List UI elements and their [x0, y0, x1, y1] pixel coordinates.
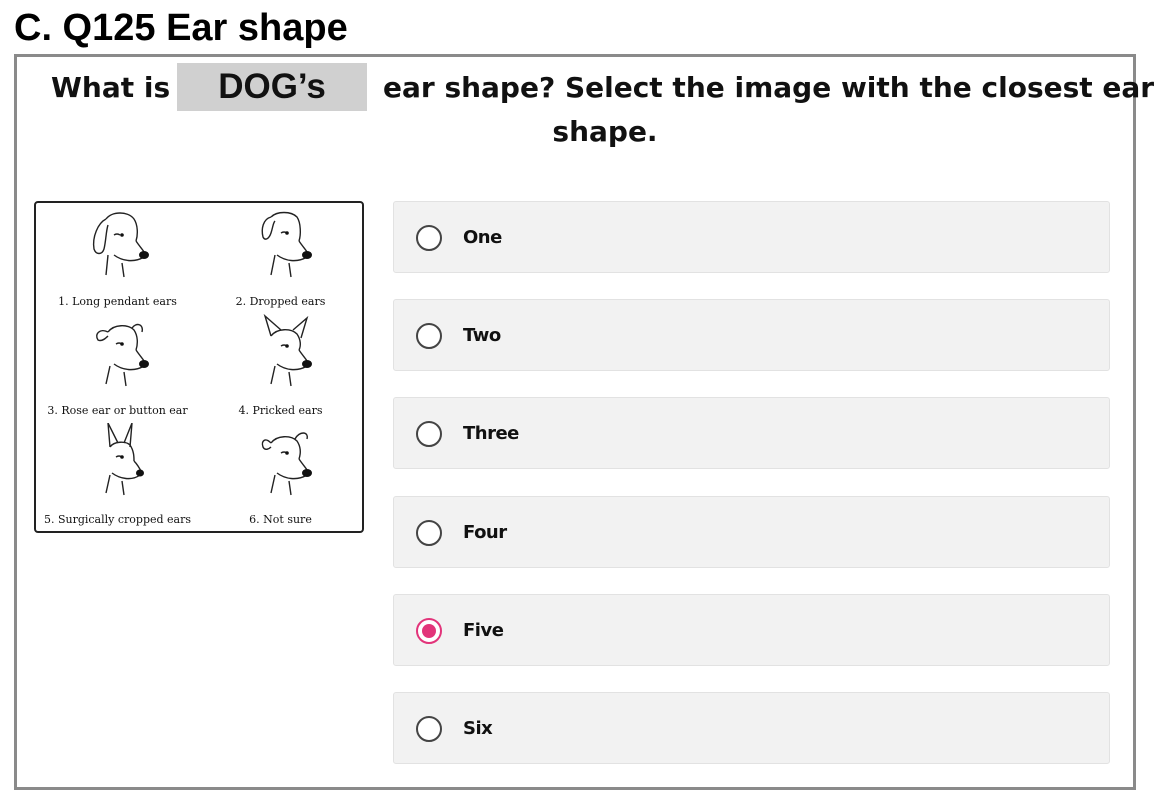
option-two[interactable]: Two: [393, 299, 1110, 371]
section-title: C. Q125 Ear shape: [14, 7, 348, 49]
option-label: Six: [463, 718, 493, 739]
question-suffix: ear shape? Select the image with the clo…: [383, 71, 1155, 104]
option-three[interactable]: Three: [393, 397, 1110, 469]
caption-dropped: 2. Dropped ears: [235, 295, 326, 308]
radio-button[interactable]: [416, 225, 442, 251]
option-one[interactable]: One: [393, 201, 1110, 273]
question-prefix: What is: [51, 71, 171, 104]
dog-long-pendant-ears-icon: [92, 212, 149, 278]
question-subject-highlight: DOG’s: [177, 63, 367, 111]
caption-not-sure: 6. Not sure: [249, 513, 312, 526]
question-suffix-line2: shape.: [552, 115, 658, 148]
radio-button[interactable]: [416, 520, 442, 546]
ear-shape-reference-image: 1. Long pendant ears 2. Dropped ears 3. …: [34, 201, 364, 533]
dog-dropped-ears-icon: [261, 211, 312, 278]
dog-sketch-cropped: 5. Surgically cropped ears: [36, 421, 199, 530]
option-six[interactable]: Six: [393, 692, 1110, 764]
dog-sketch-not-sure: 6. Not sure: [199, 421, 362, 530]
option-label: Five: [463, 620, 504, 641]
option-label: One: [463, 227, 502, 248]
radio-button[interactable]: [416, 421, 442, 447]
option-label: Four: [463, 522, 507, 543]
question-card: What is DOG’s ear shape? Select the imag…: [14, 54, 1154, 790]
option-label: Two: [463, 325, 501, 346]
caption-rose-button: 3. Rose ear or button ear: [47, 404, 188, 417]
dog-cropped-ears-icon: [105, 423, 144, 496]
option-label: Three: [463, 423, 519, 444]
dog-pricked-ears-icon: [263, 314, 312, 387]
option-five[interactable]: Five: [393, 594, 1110, 666]
dog-sketch-long-pendant: 1. Long pendant ears: [36, 203, 199, 312]
caption-long-pendant: 1. Long pendant ears: [58, 295, 177, 308]
dog-rose-button-ears-icon: [96, 323, 149, 387]
dog-sketch-dropped: 2. Dropped ears: [199, 203, 362, 312]
caption-cropped: 5. Surgically cropped ears: [43, 513, 192, 526]
dog-not-sure-ears-icon: [261, 432, 312, 496]
radio-button[interactable]: [416, 323, 442, 349]
radio-button[interactable]: [416, 716, 442, 742]
dog-sketch-pricked: 4. Pricked ears: [199, 312, 362, 421]
radio-button[interactable]: [416, 618, 442, 644]
caption-pricked: 4. Pricked ears: [238, 404, 323, 417]
option-four[interactable]: Four: [393, 496, 1110, 568]
dog-sketch-rose-button: 3. Rose ear or button ear: [36, 312, 199, 421]
